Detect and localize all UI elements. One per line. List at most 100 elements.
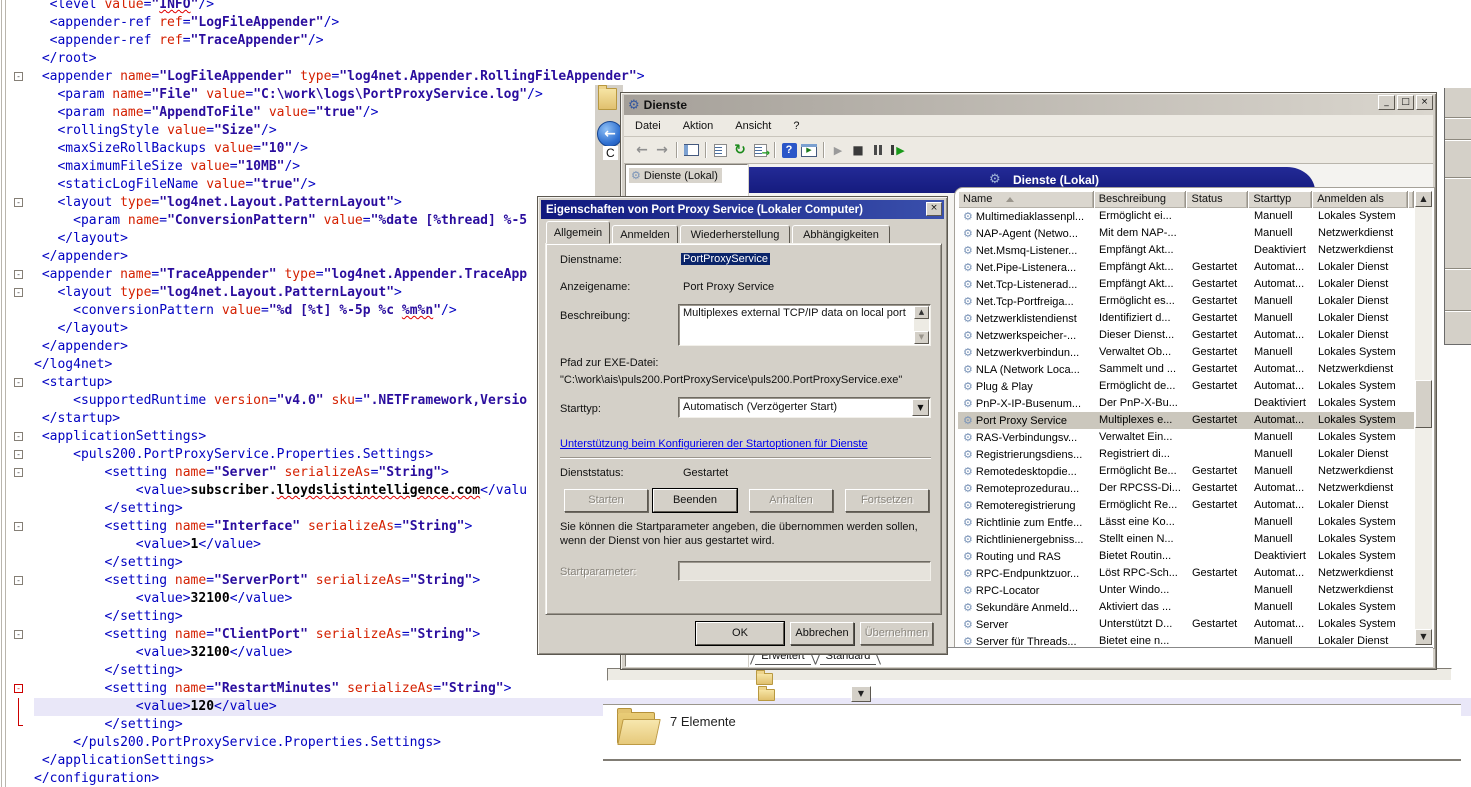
explorer-folder-icon-top: [598, 88, 617, 110]
fold-toggle-icon[interactable]: -: [14, 198, 23, 207]
restart-service-icon[interactable]: ▶: [888, 141, 908, 159]
close-icon[interactable]: ×: [1416, 95, 1433, 110]
service-row[interactable]: ⚙ServerUnterstützt D...GestartetAutomat.…: [958, 616, 1414, 633]
dialog-tab-abhängigkeiten[interactable]: Abhängigkeiten: [792, 225, 890, 244]
service-row[interactable]: ⚙Net.Pipe-Listenera...Empfängt Akt...Ges…: [958, 259, 1414, 276]
service-cell: Lokaler Dienst: [1313, 310, 1409, 327]
service-row[interactable]: ⚙Remotedesktopdie...Ermöglicht Be...Gest…: [958, 463, 1414, 480]
fold-toggle-icon[interactable]: -: [14, 468, 23, 477]
service-row[interactable]: ⚙Netzwerkverbindun...Verwaltet Ob...Gest…: [958, 344, 1414, 361]
export-list-icon[interactable]: →: [750, 141, 770, 159]
services-list-rows: ⚙Multimediaklassenpl...Ermöglicht ei...M…: [958, 208, 1414, 645]
dialog-tab-anmelden[interactable]: Anmelden: [612, 225, 678, 244]
fold-gutter[interactable]: - - - - - - - - - - - -: [6, 0, 34, 787]
help-icon[interactable]: ?: [779, 141, 799, 159]
column-header-beschreibung[interactable]: Beschreibung: [1094, 191, 1187, 208]
service-cell: Automat...: [1249, 378, 1313, 395]
service-row[interactable]: ⚙RPC-Endpunktzuor...Löst RPC-Sch...Gesta…: [958, 565, 1414, 582]
service-row[interactable]: ⚙Richtlinienergebniss...Stellt einen N..…: [958, 531, 1414, 548]
stop-service-icon[interactable]: ■: [848, 141, 868, 159]
service-cell: Gestartet: [1187, 378, 1249, 395]
beenden-button[interactable]: Beenden: [653, 489, 737, 512]
service-gear-icon: ⚙: [963, 414, 973, 427]
fold-toggle-icon[interactable]: -: [14, 522, 23, 531]
column-header-status[interactable]: Status: [1186, 191, 1248, 208]
textarea-scroll-down-icon[interactable]: ▼: [914, 331, 929, 344]
service-row[interactable]: ⚙RPC-LocatorUnter Windo...ManuellNetzwer…: [958, 582, 1414, 599]
beschreibung-textarea[interactable]: Multiplexes external TCP/IP data on loca…: [678, 304, 931, 346]
combobox-dropdown-icon[interactable]: ▼: [912, 399, 929, 416]
fold-toggle-icon[interactable]: -: [14, 684, 23, 693]
menu-item-ansicht[interactable]: Ansicht: [724, 120, 782, 132]
menu-item-datei[interactable]: Datei: [624, 120, 672, 132]
scroll-up-icon[interactable]: ▲: [1415, 191, 1432, 207]
service-cell: ⚙RAS-Verbindungsv...: [958, 429, 1094, 446]
service-row[interactable]: ⚙NLA (Network Loca...Sammelt und ...Gest…: [958, 361, 1414, 378]
service-row[interactable]: ⚙PnP-X-IP-Busenum...Der PnP-X-Bu...Deakt…: [958, 395, 1414, 412]
tree-item-dienste-lokal[interactable]: ⚙ Dienste (Lokal): [629, 168, 722, 183]
service-cell: Automat...: [1249, 497, 1313, 514]
menu-item-aktion[interactable]: Aktion: [672, 120, 725, 132]
service-row[interactable]: ⚙Registrierungsdiens...Registriert di...…: [958, 446, 1414, 463]
maximize-icon[interactable]: □: [1397, 95, 1414, 110]
fold-toggle-icon[interactable]: -: [14, 270, 23, 279]
service-row[interactable]: ⚙Net.Tcp-Listenerad...Empfängt Akt...Ges…: [958, 276, 1414, 293]
explorer-dropdown-icon[interactable]: ▼: [851, 686, 871, 702]
textarea-scroll-up-icon[interactable]: ▲: [914, 306, 929, 319]
back-icon[interactable]: ←: [632, 141, 652, 159]
dialog-tab-wiederherstellung[interactable]: Wiederherstellung: [680, 225, 790, 244]
service-cell: ⚙Server für Threads...: [958, 633, 1094, 645]
minimize-icon[interactable]: _: [1378, 95, 1395, 110]
service-row[interactable]: ⚙Remoteprozedurau...Der RPCSS-Di...Gesta…: [958, 480, 1414, 497]
dialog-tab-allgemein[interactable]: Allgemein: [546, 221, 610, 244]
service-row[interactable]: ⚙Plug & PlayErmöglicht de...GestartetAut…: [958, 378, 1414, 395]
dialog-close-icon[interactable]: ×: [926, 202, 942, 216]
service-row[interactable]: ⚙Richtlinie zum Entfe...Lässt eine Ko...…: [958, 514, 1414, 531]
service-row[interactable]: ⚙Sekundäre Anmeld...Aktiviert das ...Man…: [958, 599, 1414, 616]
service-row[interactable]: ⚙Routing und RASBietet Routin...Deaktivi…: [958, 548, 1414, 565]
fold-toggle-icon[interactable]: -: [14, 630, 23, 639]
service-row[interactable]: ⚙Multimediaklassenpl...Ermöglicht ei...M…: [958, 208, 1414, 225]
startoptions-help-link[interactable]: Unterstützung beim Konfigurieren der Sta…: [560, 438, 868, 450]
fold-toggle-icon[interactable]: -: [14, 450, 23, 459]
scroll-down-icon[interactable]: ▼: [1415, 629, 1432, 645]
abbrechen-button[interactable]: Abbrechen: [790, 622, 854, 645]
service-row[interactable]: ⚙Netzwerkspeicher-...Dieser Dienst...Ges…: [958, 327, 1414, 344]
start-service-icon[interactable]: ▶: [828, 141, 848, 159]
service-row[interactable]: ⚙NetzwerklistendienstIdentifiziert d...G…: [958, 310, 1414, 327]
service-row[interactable]: ⚙Net.Msmq-Listener...Empfängt Akt...Deak…: [958, 242, 1414, 259]
service-cell: Bietet Routin...: [1094, 548, 1187, 565]
property-window-icon[interactable]: ▶: [799, 141, 819, 159]
ok-button[interactable]: OK: [696, 622, 784, 645]
column-header-anmelden-als[interactable]: Anmelden als: [1312, 191, 1408, 208]
service-row[interactable]: ⚙RAS-Verbindungsv...Verwaltet Ein...Manu…: [958, 429, 1414, 446]
service-row[interactable]: ⚙Net.Tcp-Portfreiga...Ermöglicht es...Ge…: [958, 293, 1414, 310]
forward-icon[interactable]: →: [652, 141, 672, 159]
services-window-title: Dienste: [644, 98, 687, 112]
fold-toggle-icon[interactable]: -: [14, 288, 23, 297]
column-header-starttyp[interactable]: Starttyp: [1248, 191, 1312, 208]
vertical-scrollbar[interactable]: ▲ ▼: [1415, 191, 1432, 645]
pause-service-icon[interactable]: [868, 141, 888, 159]
fold-toggle-icon[interactable]: -: [14, 72, 23, 81]
dialog-titlebar[interactable]: Eigenschaften von Port Proxy Service (Lo…: [541, 200, 944, 219]
refresh-icon[interactable]: ↻: [730, 141, 750, 159]
fold-toggle-icon[interactable]: -: [14, 378, 23, 387]
fold-toggle-icon[interactable]: -: [14, 432, 23, 441]
explorer-subfolder-icon2[interactable]: [758, 689, 775, 701]
starttyp-combobox[interactable]: Automatisch (Verzögerter Start) ▼: [678, 397, 931, 418]
dienststatus-label: Dienststatus:: [560, 467, 624, 479]
service-row[interactable]: ⚙NAP-Agent (Netwo...Mit dem NAP-...Manue…: [958, 225, 1414, 242]
column-header-name[interactable]: Name: [958, 191, 1094, 208]
show-console-tree-icon[interactable]: [681, 141, 701, 159]
services-titlebar[interactable]: ⚙ Dienste: [624, 95, 1433, 115]
scrollbar-thumb[interactable]: [1415, 380, 1432, 428]
fold-toggle-icon[interactable]: -: [14, 576, 23, 585]
service-row[interactable]: ⚙RemoteregistrierungErmöglicht Re...Gest…: [958, 497, 1414, 514]
properties-icon[interactable]: [710, 141, 730, 159]
service-row[interactable]: ⚙Port Proxy ServiceMultiplexes e...Gesta…: [958, 412, 1414, 429]
dienstname-value[interactable]: PortProxyService: [681, 253, 770, 265]
menu-item-?[interactable]: ?: [782, 120, 810, 132]
service-row[interactable]: ⚙Server für Threads...Bietet eine n...Ma…: [958, 633, 1414, 645]
explorer-subfolder-icon[interactable]: [756, 673, 773, 685]
